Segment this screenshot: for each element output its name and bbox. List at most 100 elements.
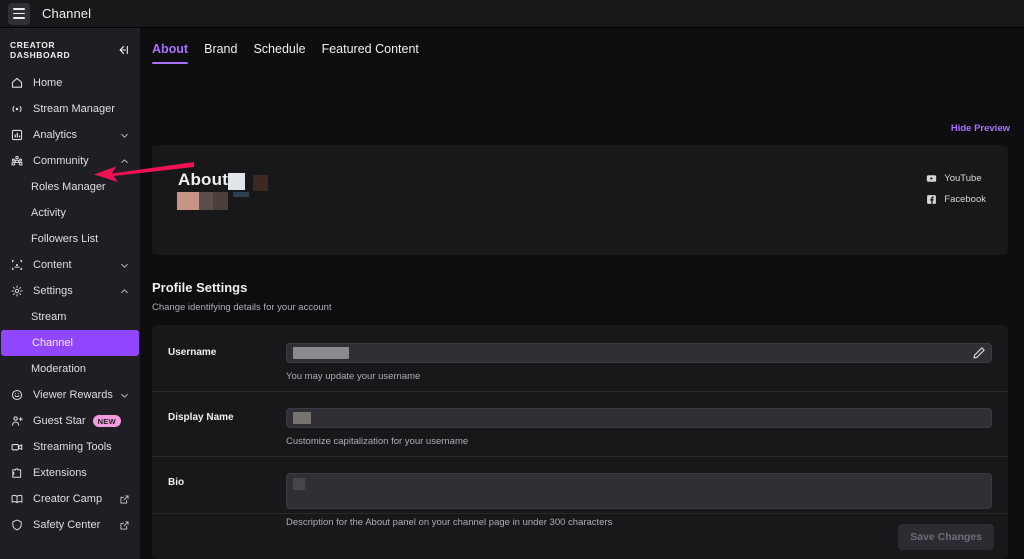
sidebar-item-label: Safety Center (33, 519, 101, 531)
sidebar-item-stream[interactable]: Stream (0, 304, 140, 330)
username-input[interactable] (286, 343, 992, 363)
social-link-facebook[interactable]: Facebook (926, 194, 986, 205)
field-body: Customize capitalization for your userna… (286, 408, 992, 447)
community-icon (11, 155, 23, 166)
sidebar-item-streaming-tools[interactable]: Streaming Tools (0, 434, 140, 460)
profile-settings-card: Username You may update your username Di… (152, 325, 1008, 559)
display-name-input[interactable] (286, 408, 992, 428)
sidebar-item-moderation[interactable]: Moderation (0, 356, 140, 382)
preview-about-block: About (177, 170, 268, 210)
redacted-block (228, 173, 246, 190)
channel-preview-panel: About YouTube Facebook (152, 145, 1008, 255)
redacted-value (293, 347, 349, 359)
chevron-up-icon (121, 158, 128, 163)
redacted-block (177, 192, 199, 210)
content-icon (11, 260, 23, 270)
social-link-label: YouTube (944, 173, 982, 184)
profile-settings-subtitle: Change identifying details for your acco… (152, 302, 332, 313)
sidebar-item-extensions[interactable]: Extensions (0, 460, 140, 486)
extensions-icon (12, 468, 22, 478)
sidebar-item-settings[interactable]: Settings (0, 278, 140, 304)
sidebar-item-label: Extensions (33, 467, 87, 479)
top-bar: Channel (0, 0, 1024, 28)
sidebar-item-label: Moderation (31, 363, 87, 375)
redacted-block (233, 192, 249, 197)
redacted-block (213, 192, 228, 210)
sidebar-item-creator-camp[interactable]: Creator Camp (0, 486, 140, 512)
status-badge: NEW (92, 414, 121, 428)
sidebar-header-title: CREATOR DASHBOARD (10, 40, 71, 60)
sidebar-item-roles-manager[interactable]: Roles Manager (0, 174, 140, 200)
body-layout: CREATOR DASHBOARD Home Stream Manager An… (0, 28, 1024, 559)
gear-icon (11, 285, 23, 297)
main-content: About Brand Schedule Featured Content Hi… (140, 28, 1024, 559)
sidebar-item-stream-manager[interactable]: Stream Manager (0, 96, 140, 122)
sidebar-item-label: Creator Camp (33, 493, 103, 505)
sidebar-item-guest-star[interactable]: Guest Star NEW (0, 408, 140, 434)
sidebar-item-label: Followers List (31, 233, 99, 245)
sidebar-item-viewer-rewards[interactable]: Viewer Rewards (0, 382, 140, 408)
card-footer: Save Changes (152, 513, 1008, 559)
home-icon (11, 77, 23, 88)
tab-featured-content[interactable]: Featured Content (322, 42, 419, 64)
broadcast-icon (12, 106, 22, 112)
sidebar-item-label: Community (33, 155, 89, 167)
field-username: Username You may update your username (152, 325, 1008, 382)
bio-textarea[interactable] (286, 473, 992, 509)
book-icon (11, 494, 23, 504)
sidebar-item-content[interactable]: Content (0, 252, 140, 278)
profile-settings-title: Profile Settings (152, 280, 248, 295)
field-helper-text: Customize capitalization for your userna… (286, 436, 469, 447)
camera-icon (11, 444, 23, 451)
page-title: Channel (42, 6, 92, 21)
social-link-youtube[interactable]: YouTube (926, 173, 986, 184)
redacted-block (253, 175, 268, 191)
social-link-label: Facebook (944, 194, 986, 205)
sidebar-item-channel[interactable]: Channel (1, 330, 139, 356)
preview-heading-line: About (178, 170, 246, 190)
chevron-up-icon (121, 288, 128, 293)
sidebar-item-label: Activity (31, 207, 66, 219)
hide-preview-link[interactable]: Hide Preview (951, 123, 1010, 134)
social-links: YouTube Facebook (926, 173, 986, 205)
sidebar-item-label: Streaming Tools (33, 441, 112, 453)
sidebar-item-analytics[interactable]: Analytics (0, 122, 140, 148)
chart-icon (11, 129, 23, 141)
field-label: Username (168, 347, 217, 358)
sidebar-item-safety-center[interactable]: Safety Center (0, 512, 140, 538)
tab-bar: About Brand Schedule Featured Content (140, 28, 1024, 64)
facebook-icon (927, 195, 937, 204)
sidebar-item-label: Stream Manager (33, 103, 115, 115)
preview-heading-text: About (178, 170, 229, 189)
guest-star-icon (11, 416, 23, 426)
field-helper-text: You may update your username (286, 371, 421, 382)
external-link-icon (120, 520, 129, 530)
sidebar-item-label: Content (33, 259, 72, 271)
tab-schedule[interactable]: Schedule (253, 42, 305, 64)
sidebar-item-home[interactable]: Home (0, 70, 140, 96)
rewards-icon (11, 389, 23, 401)
sidebar-header: CREATOR DASHBOARD (0, 28, 140, 70)
hamburger-icon[interactable] (8, 2, 30, 25)
redacted-block (199, 192, 213, 210)
field-display-name: Display Name Customize capitalization fo… (152, 391, 1008, 447)
sidebar-item-activity[interactable]: Activity (0, 200, 140, 226)
sidebar-item-label: Analytics (33, 129, 78, 141)
save-changes-button[interactable]: Save Changes (898, 523, 994, 550)
shield-icon (12, 519, 22, 531)
field-label: Display Name (168, 412, 234, 423)
collapse-left-icon[interactable] (116, 43, 130, 57)
sidebar-item-followers-list[interactable]: Followers List (0, 226, 140, 252)
redacted-value (293, 478, 305, 490)
tab-about[interactable]: About (152, 42, 189, 64)
sidebar-item-label: Viewer Rewards (33, 389, 113, 401)
sidebar-item-community[interactable]: Community (0, 148, 140, 174)
chevron-down-icon (121, 263, 128, 268)
external-link-icon (120, 494, 129, 504)
sidebar-item-label: Roles Manager (31, 181, 106, 193)
tab-brand[interactable]: Brand (204, 42, 237, 64)
redacted-value (293, 412, 311, 424)
sidebar-item-label: Guest Star (33, 415, 86, 427)
app-root: Channel CREATOR DASHBOARD Home Stream Ma… (0, 0, 1024, 559)
pencil-icon[interactable] (971, 345, 987, 361)
